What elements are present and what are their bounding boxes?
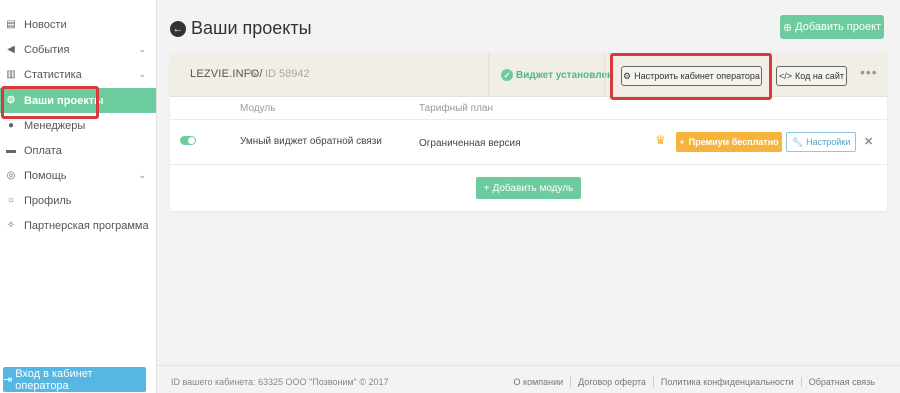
add-project-label: Добавить проект (795, 21, 882, 33)
bar-chart-icon: ▥ (6, 69, 16, 80)
pencil-icon[interactable]: ✎ (249, 68, 258, 81)
wrench-icon: 🔧︎ (791, 136, 804, 147)
login-icon: ⇥ (3, 374, 13, 386)
footer-link-about[interactable]: О компании (507, 377, 571, 387)
operator-login-button[interactable]: ⇥ Вход в кабинет оператора (3, 367, 146, 392)
sidebar-item-news[interactable]: ▤ Новости (0, 12, 156, 37)
chevron-down-icon: ⌄ (138, 69, 146, 79)
premium-free-button[interactable]: + Премиум бесплатно (676, 132, 782, 152)
handshake-icon: ✧ (6, 220, 16, 231)
lifebuoy-icon: ◎ (6, 170, 16, 181)
users-icon: ● (7, 120, 15, 131)
footer-link-privacy[interactable]: Политика конфиденциальности (652, 377, 801, 387)
sidebar-item-statistics[interactable]: ▥ Статистика ⌄ (0, 62, 156, 87)
user-icon: ○ (7, 195, 15, 206)
module-plan: Ограниченная версия (419, 138, 521, 149)
module-settings-label: Настройки (806, 137, 851, 147)
sidebar-item-payment[interactable]: ▬ Оплата (0, 138, 156, 163)
news-icon: ▤ (6, 19, 16, 30)
divider (170, 164, 887, 165)
highlight-box-projects (1, 86, 99, 119)
add-module-button[interactable]: + Добавить модуль (476, 177, 581, 199)
sidebar-item-label: Профиль (24, 194, 72, 207)
plus-circle-icon: ⊕ (782, 21, 793, 34)
widget-status-text: Виджет установлен (516, 69, 614, 81)
divider (604, 53, 605, 97)
divider (170, 119, 887, 120)
module-toggle[interactable] (180, 136, 196, 145)
footer-copyright: ID вашего кабинета: 63325 ООО "Позвоним"… (171, 377, 389, 387)
column-header-plan: Тарифный план (419, 103, 494, 114)
footer-link-offer[interactable]: Договор оферта (570, 377, 653, 387)
credit-card-icon: ▬ (6, 145, 16, 156)
footer-link-feedback[interactable]: Обратная связь (800, 377, 882, 387)
module-settings-button[interactable]: 🔧︎ Настройки (786, 132, 856, 152)
sidebar-item-label: События (24, 43, 70, 56)
module-name: Умный виджет обратной связи (240, 136, 382, 147)
sidebar-item-label: Менеджеры (24, 119, 86, 132)
sidebar-item-profile[interactable]: ○ Профиль (0, 188, 156, 213)
highlight-box-configure (610, 53, 772, 100)
add-module-label: Добавить модуль (492, 182, 574, 194)
project-card-header: LEZVIE.INFO/ ✎ ID 58942 ✓ Виджет установ… (170, 53, 887, 97)
premium-free-label: Премиум бесплатно (688, 137, 779, 147)
footer: ID вашего кабинета: 63325 ООО "Позвоним"… (157, 365, 900, 393)
megaphone-icon: ◀ (7, 44, 15, 55)
project-card: LEZVIE.INFO/ ✎ ID 58942 ✓ Виджет установ… (170, 53, 887, 211)
check-circle-icon: ✓ (501, 69, 513, 81)
plus-icon: + (679, 137, 685, 147)
sidebar: ▤ Новости ◀ События ⌄ ▥ Статистика ⌄ ⚙ В… (0, 0, 157, 393)
sidebar-item-events[interactable]: ◀ События ⌄ (0, 37, 156, 62)
divider (488, 53, 489, 97)
sidebar-item-label: Оплата (24, 144, 62, 157)
chevron-down-icon: ⌄ (138, 170, 146, 180)
page-title-text: Ваши проекты (191, 18, 312, 38)
project-id: ID 58942 (265, 68, 310, 80)
code-icon: </> (779, 71, 793, 81)
site-code-button[interactable]: </> Код на сайт (776, 66, 847, 86)
sidebar-item-label: Помощь (24, 169, 67, 182)
sidebar-item-label: Новости (24, 18, 67, 31)
widget-status: ✓ Виджет установлен (501, 69, 613, 81)
sidebar-item-label: Статистика (24, 68, 82, 81)
sidebar-item-partner[interactable]: ✧ Партнерская программа (0, 213, 156, 238)
more-options-icon[interactable]: ••• (860, 64, 878, 80)
column-header-module: Модуль (240, 103, 276, 114)
plus-icon: + (483, 182, 490, 194)
site-code-label: Код на сайт (795, 71, 844, 81)
sidebar-item-label: Партнерская программа (24, 219, 149, 232)
operator-login-label: Вход в кабинет оператора (15, 367, 93, 392)
chevron-down-icon: ⌄ (138, 44, 146, 54)
footer-links: О компании Договор оферта Политика конфи… (507, 377, 882, 387)
crown-icon: ♛ (655, 133, 666, 147)
close-icon[interactable]: ✕ (864, 135, 873, 148)
add-project-button[interactable]: ⊕ Добавить проект (780, 15, 884, 39)
back-arrow-icon[interactable]: ← (170, 20, 186, 37)
page-title: ← Ваши проекты (170, 18, 312, 39)
sidebar-item-help[interactable]: ◎ Помощь ⌄ (0, 163, 156, 188)
